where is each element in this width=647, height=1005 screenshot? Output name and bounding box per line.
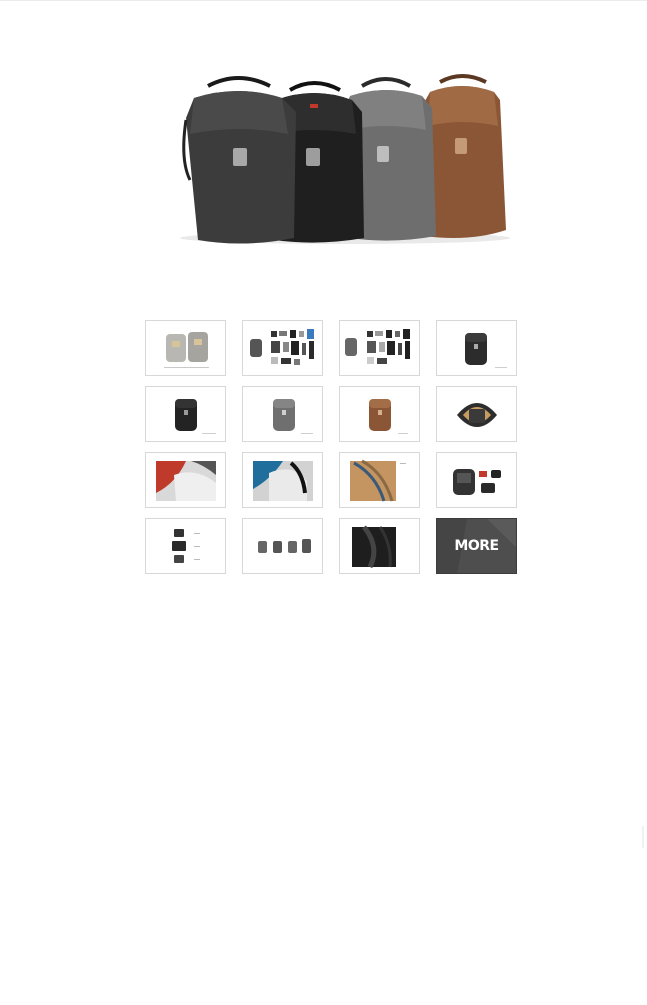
thumb-interior-tan[interactable] (339, 452, 420, 508)
thumb-black-backpack-2[interactable] (145, 386, 226, 442)
thumb-flatlay-gear-2[interactable] (339, 320, 420, 376)
accessories-icon (453, 469, 501, 495)
more-button[interactable]: MORE (436, 518, 517, 574)
thumb-grey-backpack[interactable] (242, 386, 323, 442)
thumb-black-backpack[interactable] (436, 320, 517, 376)
hero-product-image (0, 0, 647, 300)
thumb-interior-blue[interactable] (242, 452, 323, 508)
backpack-icon (465, 333, 507, 368)
thumb-camera-inserts[interactable] (145, 518, 226, 574)
charcoal-backpack (182, 76, 296, 244)
interior-detail-icon (350, 459, 406, 502)
thumb-backpack-accessories[interactable] (436, 452, 517, 508)
thumbnail-gallery: MORE (145, 320, 519, 576)
thumb-detail-closeup[interactable] (339, 518, 420, 574)
open-backpack-icon (457, 403, 497, 427)
thumb-dividers[interactable] (242, 518, 323, 574)
backpack-pair-icon (164, 332, 209, 368)
backpack-lineup-icon (180, 74, 510, 244)
gear-flatlay-icon (345, 329, 410, 364)
thumb-backpack-open[interactable] (436, 386, 517, 442)
backpack-icon (369, 399, 408, 434)
dividers-icon (258, 539, 311, 553)
interior-detail-icon (253, 461, 313, 501)
thumb-flatlay-gear-1[interactable] (242, 320, 323, 376)
interior-detail-icon (156, 461, 216, 501)
closeup-detail-icon (352, 525, 396, 569)
thumb-two-backpacks[interactable] (145, 320, 226, 376)
more-label: MORE (454, 538, 499, 554)
gear-flatlay-icon (250, 329, 314, 365)
backpack-icon (273, 399, 313, 434)
backpack-icon (175, 399, 216, 434)
scroll-indicator (642, 826, 644, 848)
camera-insert-icon (172, 529, 200, 563)
thumb-tan-backpack[interactable] (339, 386, 420, 442)
thumb-interior-red[interactable] (145, 452, 226, 508)
